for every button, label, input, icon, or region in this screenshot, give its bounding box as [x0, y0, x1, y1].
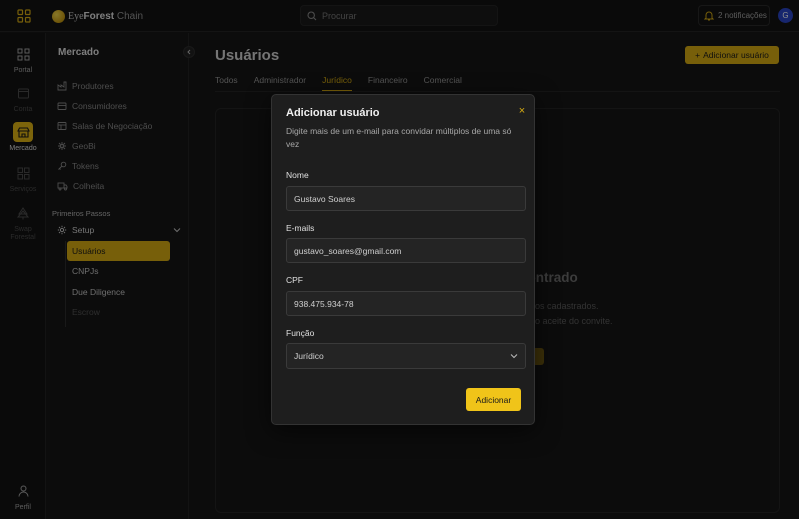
submit-button[interactable]: Adicionar: [466, 388, 521, 411]
modal-title: Adicionar usuário: [286, 107, 380, 119]
role-select[interactable]: Jurídico: [286, 343, 526, 369]
role-label: Função: [286, 328, 315, 338]
modal-description: Digite mais de um e-mail para convidar m…: [286, 126, 512, 149]
close-icon[interactable]: ×: [516, 105, 528, 117]
name-label: Nome: [286, 170, 309, 180]
cpf-label: CPF: [286, 275, 303, 285]
cpf-field[interactable]: [286, 291, 526, 316]
add-user-modal: Adicionar usuário × Digite mais de um e-…: [271, 94, 535, 425]
chevron-down-icon: [510, 354, 518, 359]
name-field[interactable]: [286, 186, 526, 211]
role-select-value: Jurídico: [294, 351, 324, 361]
emails-label: E-mails: [286, 223, 315, 233]
emails-field[interactable]: [286, 238, 526, 263]
